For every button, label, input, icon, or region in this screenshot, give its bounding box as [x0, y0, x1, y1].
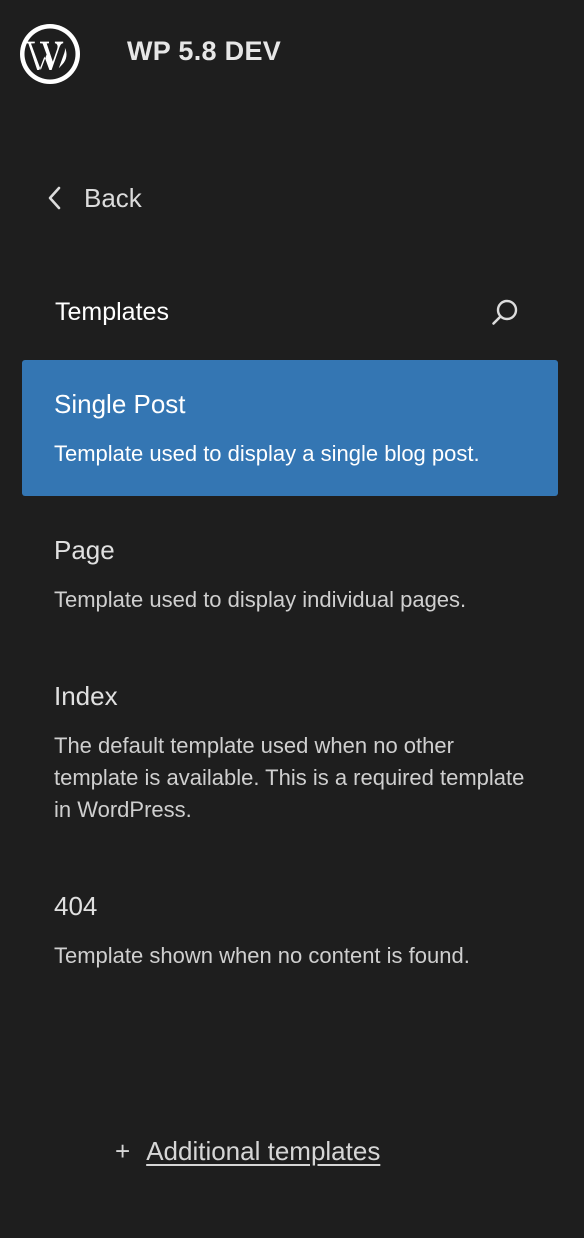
template-title: Single Post	[54, 389, 186, 419]
sidebar-header: WP 5.8 DEV	[0, 0, 584, 104]
additional-templates-link[interactable]: + Additional templates	[115, 1136, 380, 1167]
template-item-404[interactable]: 404 Template shown when no content is fo…	[22, 862, 558, 998]
site-title: WP 5.8 DEV	[127, 36, 282, 66]
template-description: Template shown when no content is found.	[54, 943, 470, 968]
template-item-single-post[interactable]: Single Post Template used to display a s…	[22, 360, 558, 496]
plus-icon: +	[115, 1136, 131, 1166]
template-description: Template used to display a single blog p…	[54, 441, 480, 466]
template-item-index[interactable]: Index The default template used when no …	[22, 652, 558, 852]
template-description: Template used to display individual page…	[54, 587, 467, 612]
section-title: Templates	[55, 298, 169, 326]
chevron-left-icon	[48, 186, 61, 210]
template-title: Index	[54, 681, 118, 711]
additional-templates-label: Additional templates	[146, 1136, 381, 1166]
template-item-page[interactable]: Page Template used to display individual…	[22, 506, 558, 642]
templates-section-header: Templates	[55, 296, 530, 332]
search-icon[interactable]	[488, 296, 522, 330]
wordpress-logo-icon[interactable]	[18, 22, 82, 86]
template-description: The default template used when no other …	[54, 733, 525, 822]
template-title: Page	[54, 535, 115, 565]
back-label: Back	[84, 182, 142, 213]
back-button[interactable]: Back	[44, 178, 142, 218]
template-title: 404	[54, 891, 98, 921]
template-list: Single Post Template used to display a s…	[22, 360, 558, 998]
